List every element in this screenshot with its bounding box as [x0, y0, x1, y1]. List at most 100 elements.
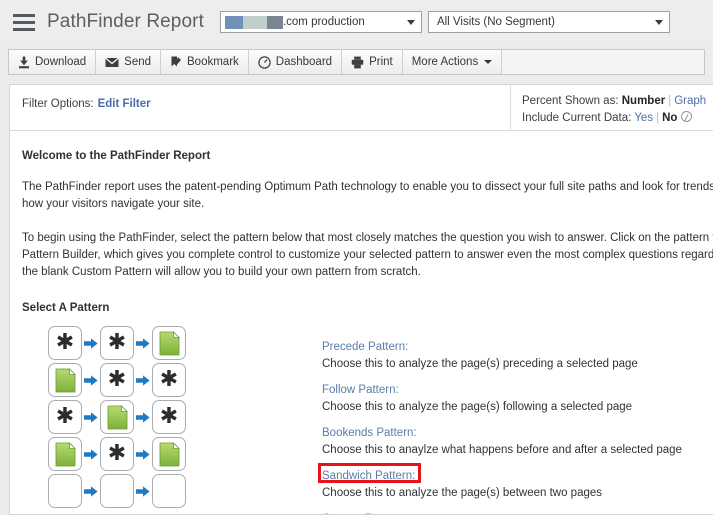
dashboard-button[interactable]: Dashboard	[248, 50, 343, 74]
print-button[interactable]: Print	[342, 50, 403, 74]
include-yes-option[interactable]: Yes	[634, 112, 653, 124]
download-button[interactable]: Download	[9, 50, 97, 74]
site-selector[interactable]: .com production	[219, 11, 422, 33]
include-no-option[interactable]: No	[662, 112, 677, 124]
right-arrow-icon	[84, 326, 98, 360]
action-toolbar: Download Send Bookmark Dashboard Print M…	[0, 44, 713, 80]
pattern-description-custom: Custom Pattern: Choose this to build a c…	[322, 509, 713, 514]
asterisk-icon: ✱	[107, 440, 127, 466]
percent-number-option[interactable]: Number	[622, 95, 665, 107]
asterisk-icon: ✱	[55, 403, 75, 429]
more-actions-button[interactable]: More Actions	[402, 50, 503, 74]
green-page-icon	[55, 441, 76, 466]
bookmark-ribbon-icon	[170, 56, 182, 69]
percent-graph-option[interactable]: Graph	[674, 95, 706, 107]
follow-pattern-text: Choose this to analyze the page(s) follo…	[322, 401, 633, 413]
download-icon	[18, 56, 30, 69]
right-arrow-icon	[136, 474, 150, 508]
printer-icon	[351, 56, 364, 69]
toolbar-strip: Download Send Bookmark Dashboard Print M…	[8, 49, 705, 75]
gauge-icon	[258, 55, 271, 69]
precede-pattern-link[interactable]: Precede Pattern:	[322, 340, 408, 355]
include-current-data-label: Include Current Data:	[522, 112, 632, 124]
pattern-cell-blank[interactable]	[48, 474, 82, 508]
pattern-cell-wildcard[interactable]: ✱	[100, 363, 134, 397]
filter-options-label: Filter Options:	[22, 98, 94, 110]
bookends-pattern-text: Choose this to anaylze what happens befo…	[322, 444, 682, 456]
right-arrow-icon	[84, 474, 98, 508]
green-page-icon	[159, 441, 180, 466]
info-circle-icon[interactable]	[681, 111, 693, 122]
follow-pattern-link[interactable]: Follow Pattern:	[322, 383, 399, 398]
sandwich-pattern-link[interactable]: Sandwich Pattern:	[322, 469, 415, 484]
bookends-pattern-link[interactable]: Bookends Pattern:	[322, 426, 417, 441]
pattern-row-sandwich[interactable]: ✱	[48, 436, 186, 472]
chevron-down-icon	[484, 60, 493, 64]
filter-bar-divider	[510, 85, 511, 130]
chevron-down-icon	[654, 20, 663, 25]
pattern-cell-page[interactable]	[152, 326, 186, 360]
segment-selector[interactable]: All Visits (No Segment)	[427, 11, 670, 33]
report-body: Welcome to the PathFinder Report The Pat…	[10, 150, 713, 514]
pattern-cell-blank[interactable]	[100, 474, 134, 508]
pattern-cell-wildcard[interactable]: ✱	[48, 326, 82, 360]
intro-paragraph-2: To begin using the PathFinder, select th…	[22, 232, 713, 278]
pattern-row-follow[interactable]: ✱ ✱	[48, 362, 186, 398]
sandwich-pattern-text: Choose this to analyze the page(s) betwe…	[322, 487, 603, 499]
redacted-site-name	[224, 15, 283, 29]
pattern-cell-wildcard[interactable]: ✱	[100, 437, 134, 471]
download-button-label: Download	[35, 56, 87, 68]
asterisk-icon: ✱	[107, 329, 127, 355]
page-title: PathFinder Report	[47, 11, 204, 32]
segment-selector-value: All Visits (No Segment)	[436, 16, 555, 28]
send-button-label: Send	[124, 56, 152, 68]
pattern-description-list: Precede Pattern: Choose this to analyze …	[318, 337, 713, 514]
precede-pattern-text: Choose this to analyze the page(s) prece…	[322, 358, 638, 370]
percent-shown-row: Percent Shown as: Number | Graph	[522, 93, 706, 110]
green-page-icon	[159, 330, 180, 355]
include-current-data-row: Include Current Data: Yes | No	[522, 110, 706, 127]
pattern-description-follow: Follow Pattern: Choose this to analyze t…	[322, 380, 713, 415]
print-button-label: Print	[369, 56, 393, 68]
right-arrow-icon	[136, 363, 150, 397]
right-arrow-icon	[84, 400, 98, 434]
display-options-group: Percent Shown as: Number | Graph Include C…	[522, 93, 706, 127]
pattern-icon-grid: ✱ ✱ ✱ ✱ ✱ ✱ ✱	[48, 325, 186, 510]
pattern-description-precede: Precede Pattern: Choose this to analyze …	[322, 337, 713, 372]
pattern-description-sandwich: Sandwich Pattern: Choose this to analyze…	[318, 463, 713, 501]
asterisk-icon: ✱	[159, 366, 179, 392]
envelope-icon	[105, 56, 120, 68]
pattern-row-custom[interactable]	[48, 473, 186, 509]
pattern-cell-blank[interactable]	[152, 474, 186, 508]
bookmark-button[interactable]: Bookmark	[161, 50, 249, 74]
right-arrow-icon	[84, 363, 98, 397]
asterisk-icon: ✱	[107, 366, 127, 392]
intro-paragraph-1: The PathFinder report uses the patent-pe…	[22, 181, 713, 210]
green-page-icon	[55, 367, 76, 392]
dashboard-button-label: Dashboard	[275, 56, 333, 68]
right-arrow-icon	[136, 400, 150, 434]
hamburger-menu-icon[interactable]	[13, 13, 35, 31]
pattern-row-bookends[interactable]: ✱ ✱	[48, 399, 186, 435]
right-arrow-icon	[136, 326, 150, 360]
more-actions-button-label: More Actions	[411, 56, 479, 68]
app-header: PathFinder Report .com production All Vi…	[0, 0, 713, 44]
pattern-cell-page[interactable]	[48, 437, 82, 471]
filter-options-bar: Filter Options: Edit Filter Percent Shown…	[10, 85, 713, 131]
pattern-cell-page[interactable]	[152, 437, 186, 471]
pattern-cell-wildcard[interactable]: ✱	[100, 326, 134, 360]
percent-shown-label: Percent Shown as:	[522, 95, 619, 107]
pattern-description-bookends: Bookends Pattern: Choose this to anaylze…	[322, 423, 713, 458]
pattern-cell-wildcard[interactable]: ✱	[152, 400, 186, 434]
welcome-heading: Welcome to the PathFinder Report	[22, 150, 211, 162]
pattern-cell-page[interactable]	[48, 363, 82, 397]
filter-options-group: Filter Options: Edit Filter	[22, 98, 151, 110]
bookmark-button-label: Bookmark	[187, 56, 239, 68]
pattern-row-precede[interactable]: ✱ ✱	[48, 325, 186, 361]
pattern-cell-wildcard[interactable]: ✱	[48, 400, 82, 434]
pattern-cell-page[interactable]	[100, 400, 134, 434]
send-button[interactable]: Send	[96, 50, 162, 74]
edit-filter-link[interactable]: Edit Filter	[98, 98, 151, 110]
pattern-cell-wildcard[interactable]: ✱	[152, 363, 186, 397]
pathfinder-report-app: PathFinder Report .com production All Vi…	[0, 0, 713, 515]
